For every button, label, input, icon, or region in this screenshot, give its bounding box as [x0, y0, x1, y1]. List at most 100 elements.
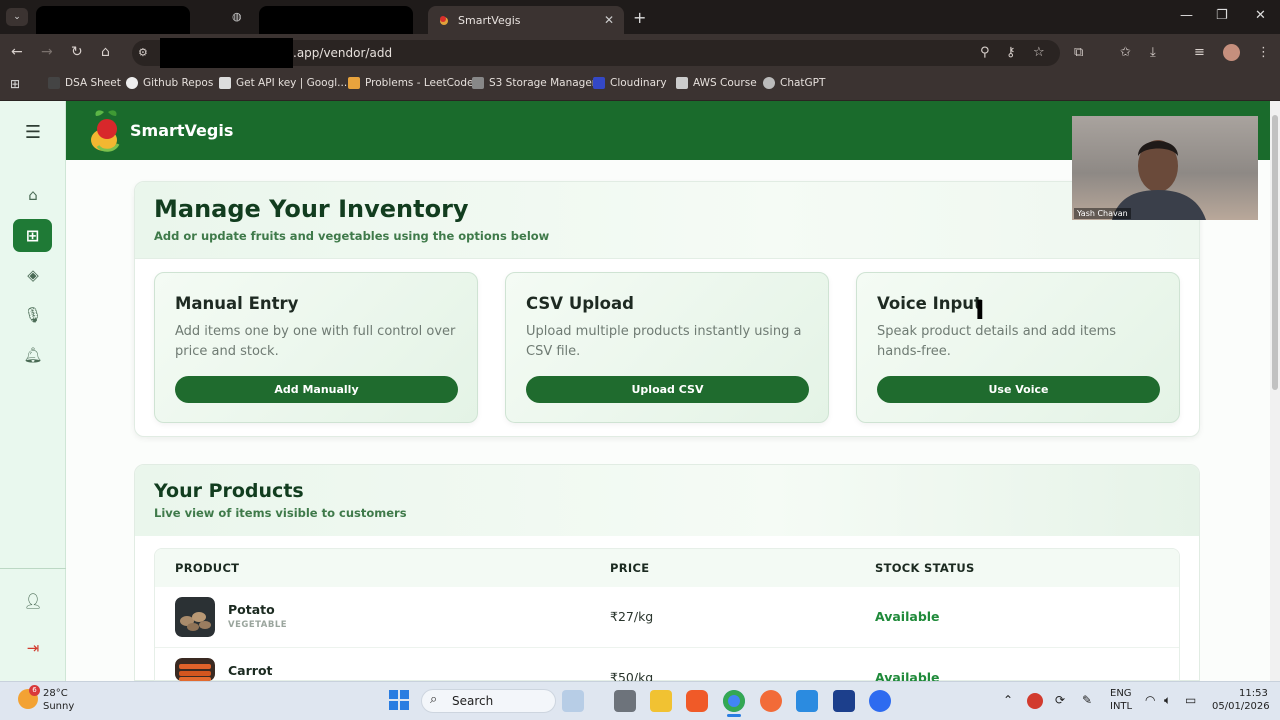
search-highlight-icon[interactable]	[562, 690, 584, 712]
app-a-icon[interactable]	[833, 690, 855, 712]
bookmark-dsa-sheet[interactable]: DSA Sheet	[48, 77, 121, 89]
api-icon	[219, 77, 231, 89]
product-name: Carrot	[228, 663, 273, 678]
file-explorer-icon[interactable]	[650, 690, 672, 712]
use-voice-button[interactable]: Use Voice	[877, 376, 1160, 403]
download-icon[interactable]: ⤓	[1150, 45, 1156, 60]
zoom-icon[interactable]	[869, 690, 891, 712]
bookmark-label: Get API key | Googl...	[236, 77, 348, 89]
stock-status: Available	[875, 670, 940, 681]
brand-name[interactable]: SmartVegis	[130, 121, 233, 140]
column-header-price: PRICE	[610, 561, 650, 575]
manual-entry-title: Manual Entry	[175, 294, 299, 313]
tab-search-button[interactable]: ⌄	[6, 8, 28, 26]
aws-icon	[676, 77, 688, 89]
clock-date[interactable]: 05/01/2026	[1212, 701, 1270, 712]
brave-icon[interactable]	[686, 690, 708, 712]
tab-1[interactable]	[36, 6, 190, 34]
close-window-icon[interactable]: ✕	[1255, 8, 1266, 23]
voice-input-desc: Speak product details and add items hand…	[877, 324, 1117, 359]
products-title: Your Products	[154, 480, 304, 502]
column-header-stock: STOCK STATUS	[875, 561, 975, 575]
s3-icon	[472, 77, 484, 89]
weather-condition: Sunny	[43, 701, 75, 712]
battery-icon[interactable]: ▭	[1185, 693, 1196, 707]
text-cursor-icon: I	[975, 296, 985, 326]
csv-upload-title: CSV Upload	[526, 294, 634, 313]
bookmark-aws[interactable]: AWS Course	[676, 77, 757, 89]
bookmark-github[interactable]: Github Repos	[126, 77, 213, 89]
user-icon[interactable]: 👤︎	[22, 590, 44, 612]
volume-icon[interactable]: 🔈︎	[1164, 693, 1171, 708]
postman-icon[interactable]	[760, 690, 782, 712]
keyboard-layout-label[interactable]: INTL	[1110, 701, 1132, 712]
bookmark-cloudinary[interactable]: Cloudinary	[593, 77, 667, 89]
forward-icon[interactable]: →	[41, 44, 53, 60]
smartvegis-favicon	[440, 16, 448, 25]
voice-input-title: Voice Input	[877, 294, 982, 313]
cloudinary-icon	[593, 77, 605, 89]
new-tab-button[interactable]: +	[633, 8, 646, 27]
row-divider	[155, 647, 1179, 648]
menu-icon[interactable]: ⋮	[1257, 45, 1270, 60]
task-view-icon[interactable]	[614, 690, 636, 712]
chrome-active-indicator	[727, 714, 741, 717]
bookmark-s3[interactable]: S3 Storage Manager	[472, 77, 596, 89]
apps-grid-icon[interactable]: ⊞	[10, 77, 20, 91]
add-product-icon[interactable]: ⊞	[13, 219, 52, 252]
leetcode-icon	[348, 77, 360, 89]
bookmark-label: Cloudinary	[610, 77, 667, 89]
location-icon[interactable]: ⚲	[980, 45, 990, 60]
key-icon[interactable]: ⚷	[1006, 45, 1016, 60]
bookmarks-icon[interactable]: ✩	[1120, 45, 1131, 60]
product-category: VEGETABLE	[228, 620, 288, 630]
bookmark-api-key[interactable]: Get API key | Googl...	[219, 77, 347, 89]
taskbar-search-label: Search	[452, 694, 494, 708]
products-subtitle: Live view of items visible to customers	[154, 506, 407, 520]
back-icon[interactable]: ←	[11, 44, 23, 60]
close-tab-icon[interactable]: ✕	[604, 13, 614, 27]
vscode-icon[interactable]	[796, 690, 818, 712]
chatgpt-icon	[763, 77, 775, 89]
minimize-icon[interactable]: —	[1180, 8, 1193, 23]
logout-icon[interactable]: ⇥	[22, 637, 44, 659]
media-icon[interactable]: ≡	[1194, 45, 1205, 60]
bell-icon[interactable]: 🔔︎	[22, 344, 44, 366]
bookmark-chatgpt[interactable]: ChatGPT	[763, 77, 825, 89]
github-icon	[126, 77, 138, 89]
maximize-icon[interactable]: ❐	[1216, 8, 1228, 23]
sync-icon[interactable]: ⟳	[1055, 693, 1065, 707]
url-text: .app/vendor/add	[293, 46, 393, 60]
chrome-icon[interactable]	[723, 690, 745, 712]
site-info-icon[interactable]: ⚙	[138, 46, 148, 59]
windows-start-icon[interactable]	[389, 690, 409, 710]
scrollbar-thumb[interactable]	[1272, 115, 1278, 390]
home-icon[interactable]: ⌂	[22, 184, 44, 206]
tray-chevron-icon[interactable]: ⌃	[1003, 693, 1013, 707]
add-manually-button[interactable]: Add Manually	[175, 376, 458, 403]
weather-temp: 28°C	[43, 688, 68, 699]
pen-icon[interactable]: ✎	[1082, 693, 1092, 707]
clock-time[interactable]: 11:53	[1239, 688, 1268, 699]
bookmark-leetcode[interactable]: Problems - LeetCode	[348, 77, 473, 89]
home-icon[interactable]: ⌂	[101, 44, 110, 60]
bookmark-label: AWS Course	[693, 77, 757, 89]
stock-status: Available	[875, 609, 940, 624]
reload-icon[interactable]: ↻	[71, 44, 83, 60]
wifi-icon[interactable]: ◠	[1145, 693, 1155, 707]
tray-app-icon[interactable]	[1027, 693, 1043, 709]
tab-3-label: SmartVegis	[458, 13, 521, 27]
profile-avatar[interactable]	[1223, 44, 1240, 61]
upload-csv-button[interactable]: Upload CSV	[526, 376, 809, 403]
bookmark-star-icon[interactable]: ☆	[1033, 45, 1045, 60]
hamburger-menu-icon[interactable]: ☰	[22, 121, 44, 143]
extensions-icon[interactable]: ⧉	[1074, 45, 1083, 60]
tag-icon[interactable]: ◈	[22, 264, 44, 286]
bookmark-label: S3 Storage Manager	[489, 77, 597, 89]
microphone-icon[interactable]: 🎙︎	[22, 304, 44, 326]
tab-2[interactable]	[259, 6, 413, 34]
sidebar-divider	[0, 568, 66, 569]
tab-smartvegis[interactable]: SmartVegis ✕	[428, 6, 624, 34]
language-label[interactable]: ENG	[1110, 688, 1132, 699]
products-table	[154, 548, 1180, 681]
